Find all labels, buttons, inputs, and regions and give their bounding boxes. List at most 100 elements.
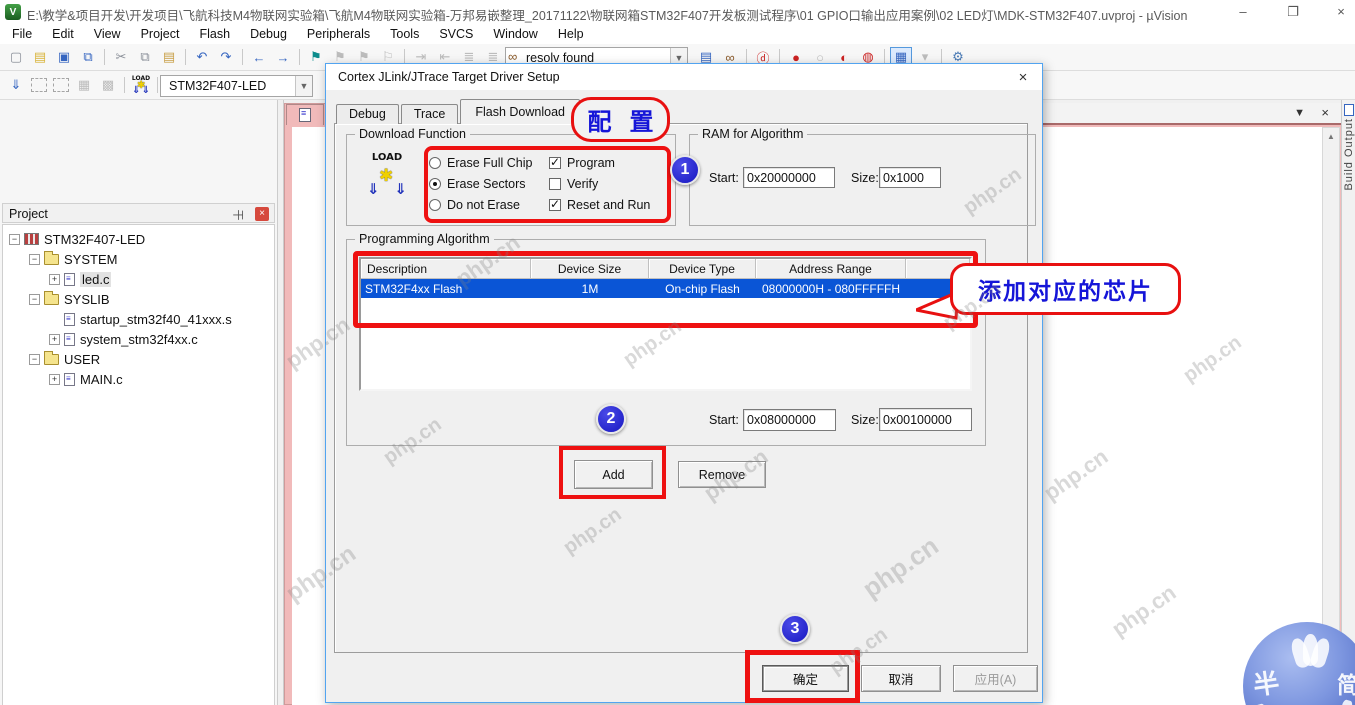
scroll-up-icon[interactable]: ▲ [1327, 132, 1335, 141]
editor-scrollbar[interactable]: ▲ [1322, 127, 1340, 705]
dialog-tabs: DebugTraceFlash Download [336, 100, 582, 124]
flash-start-label: Start: [709, 413, 739, 427]
remove-button[interactable]: Remove [678, 461, 766, 488]
flash-download-icon[interactable]: ⇓ [5, 75, 27, 95]
tree-expander-icon[interactable]: − [29, 254, 40, 265]
rebuild-icon[interactable]: ▩ [97, 75, 119, 95]
tree-expander-icon[interactable]: − [9, 234, 20, 245]
open-folder-icon[interactable]: ▤ [29, 47, 51, 67]
toolbar-build-icons: ⇓ ▢ ▢ ▦▩ LOAD✱⇓⇓ [0, 75, 162, 95]
menu-item-window[interactable]: Window [483, 24, 547, 44]
options-alt-icon[interactable]: ▢ [53, 78, 69, 92]
tree-item-syslib[interactable]: − SYSLIB [3, 289, 274, 309]
panel-close-icon[interactable]: × [1321, 105, 1329, 120]
tree-expander-icon[interactable]: − [29, 354, 40, 365]
build-output-vertical-tab[interactable]: Build Output [1343, 118, 1355, 191]
tree-item-stm32f407-led[interactable]: − STM32F407-LED [3, 229, 274, 249]
tab-debug[interactable]: Debug [336, 104, 399, 124]
load-icon[interactable]: LOAD✱⇓⇓ [131, 75, 151, 95]
tree-item-startup-stm32f40-41xxx-s[interactable]: startup_stm32f40_41xxx.s [3, 309, 274, 329]
project-panel-header: Project 干 × [2, 203, 275, 223]
tree-item-label: SYSLIB [64, 292, 110, 307]
tree-expander-icon[interactable]: − [29, 294, 40, 305]
undo-icon[interactable]: ↶ [191, 47, 213, 67]
tree-expander-icon[interactable]: + [49, 374, 60, 385]
menu-item-svcs[interactable]: SVCS [429, 24, 483, 44]
close-button[interactable]: × [1326, 1, 1355, 22]
step-badge-2: 2 [596, 404, 626, 434]
annotation-box-options [424, 146, 671, 223]
menu-item-debug[interactable]: Debug [240, 24, 297, 44]
tree-item-label: STM32F407-LED [44, 232, 145, 247]
menu-item-view[interactable]: View [84, 24, 131, 44]
redo-icon[interactable]: ↷ [215, 47, 237, 67]
flash-start-input[interactable] [743, 409, 836, 431]
folder-icon [44, 294, 59, 305]
menu-item-tools[interactable]: Tools [380, 24, 429, 44]
toolbar-separator [124, 77, 125, 93]
menu-item-project[interactable]: Project [131, 24, 190, 44]
maximize-button[interactable]: ❐ [1278, 1, 1308, 22]
flash-size-input[interactable] [879, 408, 972, 431]
panel-caret-icon[interactable]: ▼ [1294, 107, 1305, 119]
editor-file-tab[interactable] [286, 104, 324, 125]
ram-start-input[interactable] [743, 167, 835, 188]
build-icon[interactable]: ▦ [73, 75, 95, 95]
ram-size-input[interactable] [879, 167, 941, 188]
minimize-button[interactable]: – [1228, 1, 1258, 22]
tree-item-label: SYSTEM [64, 252, 117, 267]
bookmark-icon[interactable]: ⚑ [305, 47, 327, 67]
tree-item-user[interactable]: − USER [3, 349, 274, 369]
load-icon-arrow: ⇓ [132, 85, 140, 96]
target-icon [24, 233, 39, 245]
menu-item-flash[interactable]: Flash [189, 24, 240, 44]
toolbar-separator [299, 49, 300, 65]
file-tab-icon [299, 108, 311, 122]
new-file-icon[interactable]: ▢ [5, 47, 27, 67]
save-all-icon[interactable]: ⧉ [77, 47, 99, 67]
tree-item-system-stm32f4xx-c[interactable]: +system_stm32f4xx.c [3, 329, 274, 349]
tree-item-system[interactable]: − SYSTEM [3, 249, 274, 269]
toolbar-separator [185, 49, 186, 65]
annotation-config-label: 配 置 [571, 97, 670, 142]
save-icon[interactable]: ▣ [53, 47, 75, 67]
load-icon: LOAD ✱ ⇓ ⇓ [364, 150, 410, 198]
annotation-box-table [353, 251, 978, 328]
cancel-button[interactable]: 取消 [861, 665, 941, 692]
tree-item-label: startup_stm32f40_41xxx.s [80, 312, 232, 327]
dialog-title: Cortex JLink/JTrace Target Driver Setup [338, 70, 560, 84]
menu-item-file[interactable]: File [2, 24, 42, 44]
dialog-close-icon[interactable]: × [1012, 68, 1034, 87]
tree-item-label: USER [64, 352, 100, 367]
menu-item-edit[interactable]: Edit [42, 24, 84, 44]
back-icon[interactable]: ← [248, 47, 270, 67]
pin-icon[interactable]: 干 [231, 210, 247, 221]
project-panel: Project 干 × −STM32F407-LED−SYSTEM+led.c−… [0, 100, 277, 705]
paste-icon[interactable]: ▤ [158, 47, 180, 67]
target-select[interactable]: STM32F407-LED ▼ [160, 75, 313, 97]
menu-item-help[interactable]: Help [548, 24, 594, 44]
panel-splitter[interactable] [277, 100, 284, 705]
project-panel-title: Project [9, 207, 48, 221]
menu-item-peripherals[interactable]: Peripherals [297, 24, 380, 44]
tree-item-label: led.c [80, 272, 111, 287]
project-panel-close-icon[interactable]: × [255, 207, 269, 221]
annotation-box-ok [745, 650, 860, 703]
apply-button[interactable]: 应用(A) [953, 665, 1038, 692]
annotation-box-add [559, 446, 666, 499]
target-select-dropdown-icon[interactable]: ▼ [295, 76, 312, 96]
cut-icon[interactable]: ✂ [110, 47, 132, 67]
ram-size-label: Size: [851, 171, 879, 185]
tab-trace[interactable]: Trace [401, 104, 459, 124]
options-icon[interactable]: ▢ [31, 78, 47, 92]
tree-item-led-c[interactable]: + led.c [3, 269, 274, 289]
tree-expander-icon[interactable]: + [49, 274, 60, 285]
step-badge-3: 3 [780, 614, 810, 644]
tree-item-main-c[interactable]: +MAIN.c [3, 369, 274, 389]
copy-icon[interactable]: ⧉ [134, 47, 156, 67]
toolbar-separator [157, 77, 158, 93]
tree-expander-icon[interactable]: + [49, 334, 60, 345]
forward-icon[interactable]: → [272, 47, 294, 67]
download-function-legend: Download Function [355, 127, 470, 141]
tab-flash-download[interactable]: Flash Download [460, 99, 580, 124]
